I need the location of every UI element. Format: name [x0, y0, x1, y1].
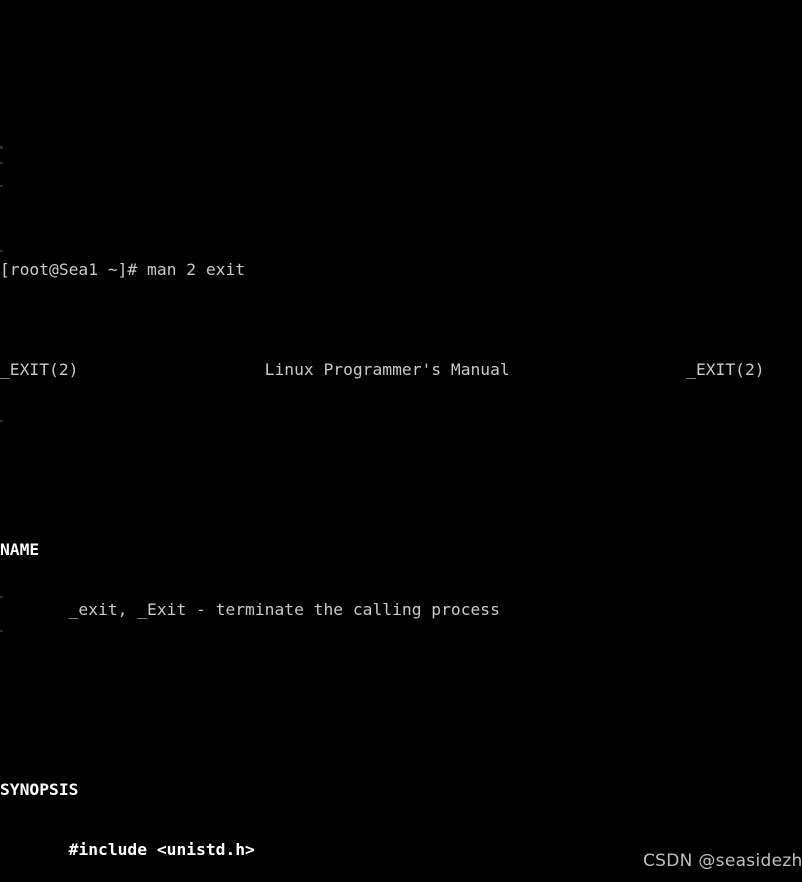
shell-prompt: [root@Sea1 ~]# [0, 260, 148, 279]
heading-synopsis-text: SYNOPSIS [0, 780, 79, 799]
synopsis-include-unistd: #include <unistd.h> [0, 840, 802, 860]
edge-artifact-5 [0, 420, 3, 422]
edge-artifact-7 [0, 630, 3, 632]
edge-artifact-4 [0, 250, 3, 252]
section-heading-synopsis: SYNOPSIS [0, 780, 802, 800]
shell-command-line: [root@Sea1 ~]# man 2 exit [0, 260, 802, 280]
name-body: _exit, _Exit - terminate the calling pro… [0, 600, 500, 619]
include-unistd-text: #include <unistd.h> [0, 840, 255, 859]
manpage-header: _EXIT(2) Linux Programmer's Manual _EXIT… [0, 360, 765, 379]
heading-name-text: NAME [0, 540, 40, 559]
edge-artifact-1 [0, 146, 3, 149]
edge-artifact-2 [0, 162, 3, 164]
terminal-window[interactable]: [root@Sea1 ~]# man 2 exit _EXIT(2) Linux… [0, 0, 802, 882]
shell-command: man 2 exit [147, 260, 246, 279]
edge-artifact-3 [0, 185, 3, 187]
edge-artifact-6 [0, 596, 3, 598]
section-heading-name: NAME [0, 540, 802, 560]
